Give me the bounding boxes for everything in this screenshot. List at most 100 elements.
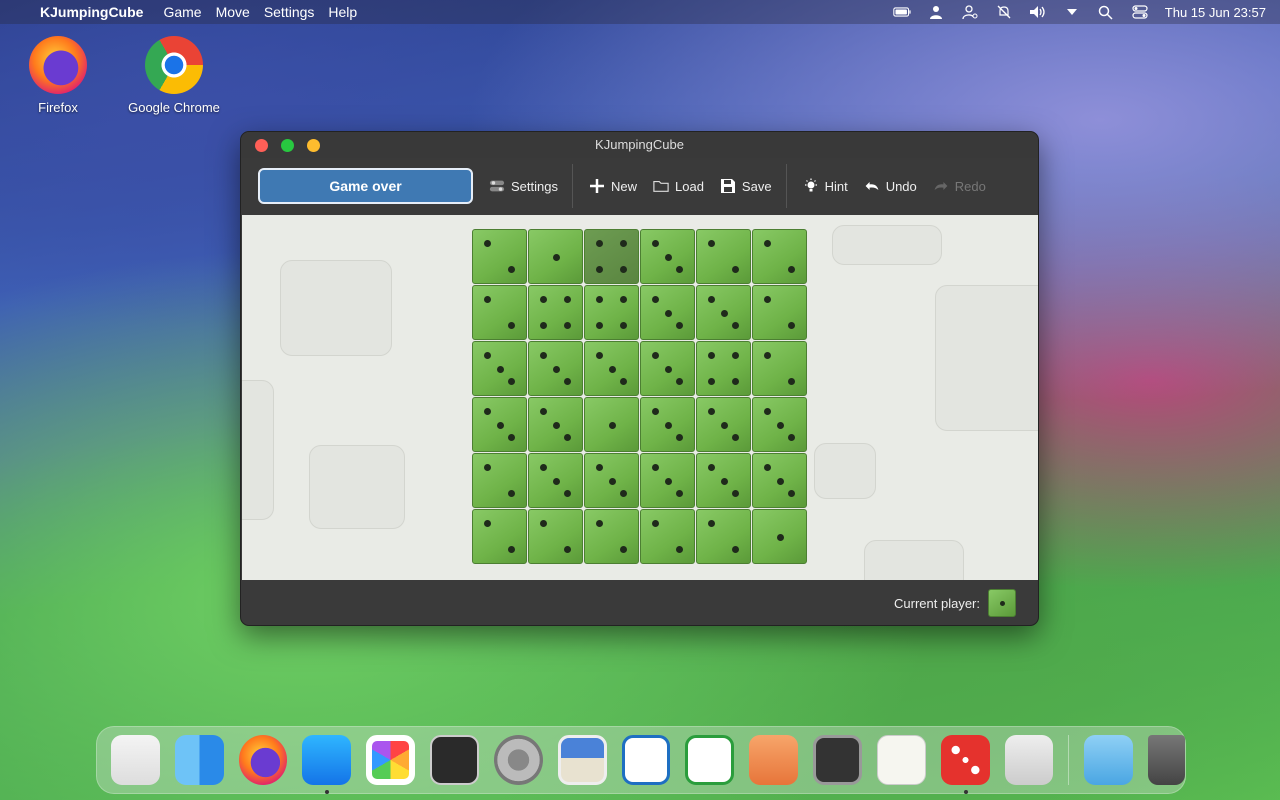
cube-cell[interactable] bbox=[472, 229, 527, 284]
undo-icon bbox=[864, 178, 880, 194]
menu-app-name[interactable]: KJumpingCube bbox=[40, 4, 143, 20]
cube-pip bbox=[708, 464, 715, 471]
save-button[interactable]: Save bbox=[720, 178, 772, 194]
cube-cell[interactable] bbox=[752, 509, 807, 564]
cube-cell[interactable] bbox=[752, 229, 807, 284]
cube-cell[interactable] bbox=[640, 453, 695, 508]
cube-pip bbox=[564, 296, 571, 303]
menu-move[interactable]: Move bbox=[216, 4, 250, 20]
cube-cell[interactable] bbox=[528, 341, 583, 396]
cube-cell[interactable] bbox=[472, 397, 527, 452]
cube-cell[interactable] bbox=[584, 453, 639, 508]
cube-pip bbox=[540, 322, 547, 329]
redo-button[interactable]: Redo bbox=[933, 178, 986, 194]
cube-cell[interactable] bbox=[584, 397, 639, 452]
cube-cell[interactable] bbox=[472, 341, 527, 396]
muted-notification-icon[interactable] bbox=[995, 5, 1013, 19]
battery-icon[interactable] bbox=[893, 5, 911, 19]
volume-icon[interactable] bbox=[1029, 5, 1047, 19]
cube-pip bbox=[620, 266, 627, 273]
user-icon[interactable] bbox=[927, 5, 945, 19]
cube-cell[interactable] bbox=[472, 285, 527, 340]
cube-cell[interactable] bbox=[640, 509, 695, 564]
new-game-button[interactable]: New bbox=[589, 178, 637, 194]
cube-pip bbox=[665, 310, 672, 317]
cube-cell[interactable] bbox=[584, 509, 639, 564]
menu-settings[interactable]: Settings bbox=[264, 4, 315, 20]
menu-game[interactable]: Game bbox=[163, 4, 201, 20]
cube-cell[interactable] bbox=[696, 229, 751, 284]
search-icon[interactable] bbox=[1097, 5, 1115, 20]
calculator-icon[interactable] bbox=[1004, 735, 1054, 785]
draw-icon[interactable] bbox=[749, 735, 799, 785]
cube-cell[interactable] bbox=[528, 453, 583, 508]
firefox-icon[interactable] bbox=[238, 735, 288, 785]
cube-cell[interactable] bbox=[640, 341, 695, 396]
current-player-indicator bbox=[988, 589, 1016, 617]
terminal-icon[interactable] bbox=[430, 735, 479, 785]
cube-cell[interactable] bbox=[752, 397, 807, 452]
menubar-clock[interactable]: Thu 15 Jun 23:57 bbox=[1165, 5, 1266, 20]
settings-toggle-icon bbox=[489, 178, 505, 194]
cube-cell[interactable] bbox=[640, 285, 695, 340]
cube-cell[interactable] bbox=[696, 341, 751, 396]
desktop-icon-firefox[interactable]: Firefox bbox=[3, 36, 113, 115]
cube-pip bbox=[652, 296, 659, 303]
app-store-icon[interactable] bbox=[302, 735, 351, 794]
cube-cell[interactable] bbox=[752, 341, 807, 396]
desktop-icon-chrome[interactable]: Google Chrome bbox=[119, 36, 229, 115]
system-settings-icon[interactable] bbox=[493, 735, 543, 785]
cube-cell[interactable] bbox=[584, 229, 639, 284]
cube-pip bbox=[732, 378, 739, 385]
trash-icon[interactable] bbox=[1147, 735, 1186, 785]
cube-pip bbox=[620, 546, 627, 553]
load-button[interactable]: Load bbox=[653, 178, 704, 194]
cube-cell[interactable] bbox=[696, 285, 751, 340]
settings-button[interactable]: Settings bbox=[489, 178, 558, 194]
game-status-button[interactable]: Game over bbox=[258, 168, 473, 204]
downloads-folder-icon[interactable] bbox=[1084, 735, 1133, 785]
cube-cell[interactable] bbox=[752, 453, 807, 508]
background-decoration bbox=[280, 260, 392, 356]
cube-pip bbox=[788, 322, 795, 329]
hint-button[interactable]: Hint bbox=[803, 178, 848, 194]
cube-cell[interactable] bbox=[640, 397, 695, 452]
cube-cell[interactable] bbox=[696, 397, 751, 452]
cube-cell[interactable] bbox=[528, 397, 583, 452]
cube-cell[interactable] bbox=[472, 509, 527, 564]
cube-pip bbox=[676, 434, 683, 441]
toolbar: Game over Settings New Load Save Hint Un… bbox=[241, 158, 1038, 214]
cube-cell[interactable] bbox=[696, 453, 751, 508]
user-settings-icon[interactable] bbox=[961, 5, 979, 19]
cube-pip bbox=[788, 434, 795, 441]
cube-pip bbox=[540, 296, 547, 303]
cube-cell[interactable] bbox=[584, 285, 639, 340]
cube-pip bbox=[652, 520, 659, 527]
kjumpingcube-icon[interactable] bbox=[940, 735, 990, 794]
cube-cell[interactable] bbox=[640, 229, 695, 284]
cube-cell[interactable] bbox=[752, 285, 807, 340]
toolbar-separator bbox=[571, 164, 573, 208]
chevron-down-icon[interactable] bbox=[1063, 5, 1081, 19]
cube-cell[interactable] bbox=[528, 509, 583, 564]
finder-icon[interactable] bbox=[174, 735, 224, 785]
photos-icon[interactable] bbox=[366, 735, 416, 785]
window-titlebar[interactable]: KJumpingCube bbox=[241, 132, 1038, 158]
image-viewer-icon[interactable] bbox=[557, 735, 607, 785]
menu-help[interactable]: Help bbox=[328, 4, 357, 20]
text-editor-icon[interactable] bbox=[876, 735, 926, 785]
cube-cell[interactable] bbox=[472, 453, 527, 508]
cube-pip bbox=[764, 464, 771, 471]
launchpad-icon[interactable] bbox=[111, 735, 160, 785]
undo-button[interactable]: Undo bbox=[864, 178, 917, 194]
cube-cell[interactable] bbox=[528, 285, 583, 340]
cassette-icon[interactable] bbox=[813, 735, 862, 785]
cube-pip bbox=[652, 408, 659, 415]
cube-pip bbox=[596, 352, 603, 359]
cube-cell[interactable] bbox=[584, 341, 639, 396]
control-center-icon[interactable] bbox=[1131, 5, 1149, 19]
cube-cell[interactable] bbox=[696, 509, 751, 564]
writer-icon[interactable] bbox=[621, 735, 671, 785]
spreadsheet-icon[interactable] bbox=[685, 735, 735, 785]
cube-cell[interactable] bbox=[528, 229, 583, 284]
